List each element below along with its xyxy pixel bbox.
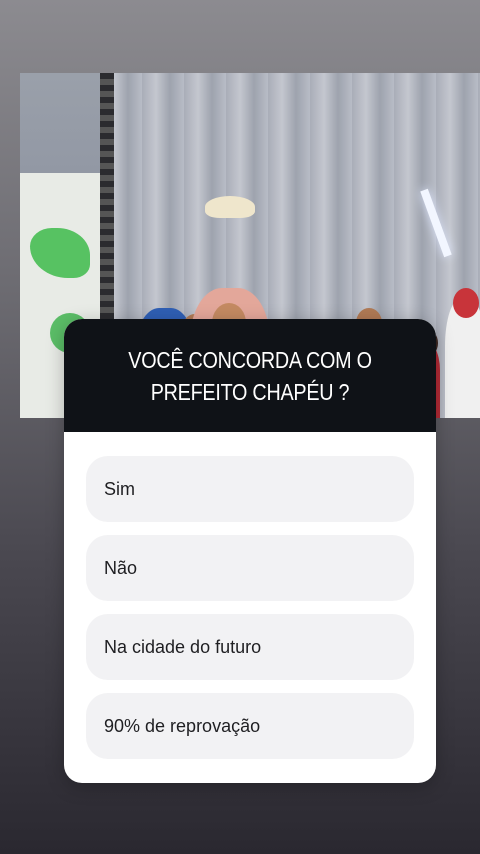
quiz-option-cidade-do-futuro[interactable]: Na cidade do futuro: [86, 614, 414, 680]
quiz-option-sim[interactable]: Sim: [86, 456, 414, 522]
quiz-option-label: Não: [104, 557, 138, 578]
quiz-option-label: Na cidade do futuro: [104, 636, 262, 657]
person-cap: [453, 288, 479, 318]
quiz-option-label: 90% de reprovação: [104, 715, 261, 736]
hat-icon: [205, 196, 255, 218]
quiz-option-nao[interactable]: Não: [86, 535, 414, 601]
quiz-option-label: Sim: [104, 478, 135, 499]
quiz-option-reprovacao[interactable]: 90% de reprovação: [86, 693, 414, 759]
quiz-question: VOCÊ CONCORDA COM O PREFEITO CHAPÉU ?: [128, 346, 372, 405]
quiz-options: Sim Não Na cidade do futuro 90% de repro…: [64, 432, 436, 759]
quiz-header: VOCÊ CONCORDA COM O PREFEITO CHAPÉU ?: [64, 319, 436, 432]
quiz-sticker: VOCÊ CONCORDA COM O PREFEITO CHAPÉU ? Si…: [64, 319, 436, 783]
